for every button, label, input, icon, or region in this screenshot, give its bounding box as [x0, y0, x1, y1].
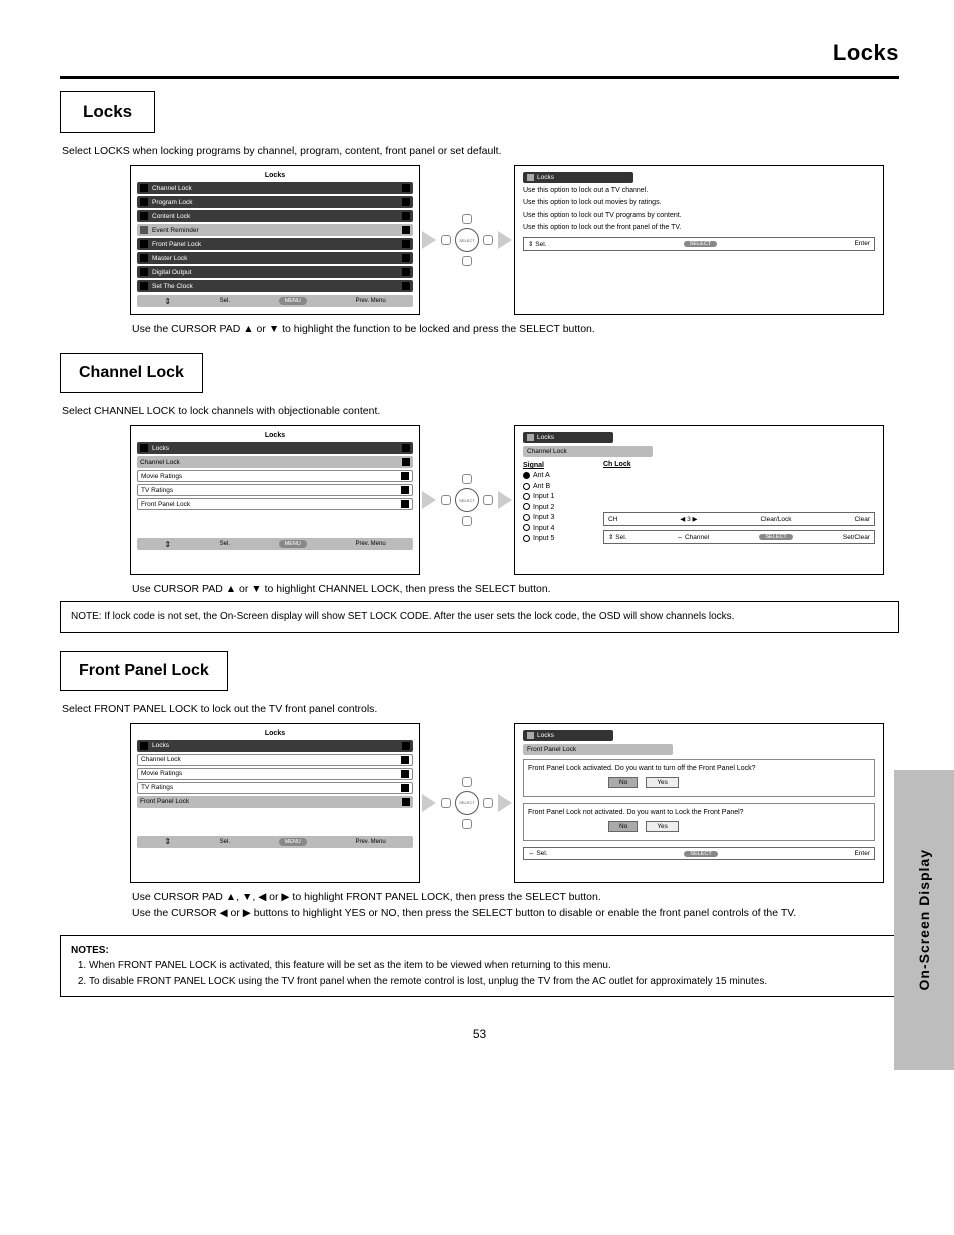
- menu-item[interactable]: Movie Ratings: [137, 768, 413, 780]
- menu-hdr: Locks: [137, 740, 413, 752]
- menu-hdr: Locks: [137, 442, 413, 454]
- fpl-instruction-2: Use the CURSOR ◀ or ▶ buttons to highlig…: [132, 907, 899, 919]
- menu-footer: ⇕ Sel. MENU Prev. Menu: [137, 295, 413, 307]
- yes-button[interactable]: Yes: [646, 821, 679, 832]
- fpl-instruction-1: Use CURSOR PAD ▲, ▼, ◀ or ▶ to highlight…: [132, 891, 899, 903]
- page-number: 53: [60, 1027, 899, 1041]
- lock-option-desc: Use this option to lock out the front pa…: [523, 223, 875, 232]
- no-button[interactable]: No: [608, 821, 638, 832]
- remote-select-icon: SELECT: [442, 475, 492, 525]
- page-title: Locks: [60, 40, 899, 66]
- menu-item[interactable]: TV Ratings: [137, 484, 413, 496]
- fpl-question: Front Panel Lock activated. Do you want …: [528, 764, 870, 773]
- signal-list: Signal Ant A Ant B Input 1 Input 2 Input…: [523, 461, 593, 545]
- remote-select-icon: SELECT: [442, 778, 492, 828]
- channel-lock-note: NOTE: If lock code is not set, the On-Sc…: [60, 601, 899, 633]
- remote-select-icon: SELECT: [442, 215, 492, 265]
- lock-option-desc: Use this option to lock out movies by ra…: [523, 198, 875, 207]
- channel-lock-instruction: Use CURSOR PAD ▲ or ▼ to highlight CHANN…: [132, 583, 899, 595]
- fpl-notes: NOTES: When FRONT PANEL LOCK is activate…: [60, 935, 899, 998]
- detail-footer: ⇕ Sel. ⇔ Channel SELECT Set/Clear: [603, 530, 875, 544]
- front-panel-lock-intro: Select FRONT PANEL LOCK to lock out the …: [62, 703, 899, 715]
- menu-item[interactable]: Master Lock: [137, 252, 413, 264]
- channel-lock-tab: Channel Lock: [60, 353, 203, 393]
- locks-intro: Select LOCKS when locking programs by ch…: [62, 145, 899, 157]
- menu-item-highlighted[interactable]: Front Panel Lock: [137, 796, 413, 808]
- menu-item[interactable]: Program Lock: [137, 196, 413, 208]
- menu-title: Locks: [137, 432, 413, 439]
- lock-option-desc: Use this option to lock out a TV channel…: [523, 186, 875, 195]
- updown-icon: ⇕: [164, 540, 171, 549]
- channel-lock-intro: Select CHANNEL LOCK to lock channels wit…: [62, 405, 899, 417]
- updown-icon: ⇕: [164, 297, 171, 306]
- fpl-question: Front Panel Lock not activated. Do you w…: [528, 808, 870, 817]
- front-panel-menu-screen: Locks Locks Channel Lock Movie Ratings T…: [130, 723, 420, 883]
- menu-item-highlighted[interactable]: Event Reminder: [137, 224, 413, 236]
- no-button[interactable]: No: [608, 777, 638, 788]
- header-rule: [60, 76, 899, 79]
- menu-footer: ⇕ Sel. MENU Prev. Menu: [137, 836, 413, 848]
- menu-item[interactable]: Movie Ratings: [137, 470, 413, 482]
- menu-title: Locks: [137, 730, 413, 737]
- fpl-note-item: To disable FRONT PANEL LOCK using the TV…: [89, 975, 888, 989]
- locks-instruction: Use the CURSOR PAD ▲ or ▼ to highlight t…: [132, 323, 899, 335]
- side-tab: On-Screen Display: [894, 770, 954, 1070]
- menu-item[interactable]: Channel Lock: [137, 182, 413, 194]
- updown-icon: ⇕: [164, 837, 171, 846]
- detail-footer: ⇔ Sel. SELECT Enter: [523, 847, 875, 860]
- menu-item[interactable]: Digital Output: [137, 266, 413, 278]
- locks-detail-screen: Locks Use this option to lock out a TV c…: [514, 165, 884, 315]
- menu-item-highlighted[interactable]: Channel Lock: [137, 456, 413, 468]
- menu-item[interactable]: TV Ratings: [137, 782, 413, 794]
- ch-row[interactable]: CH ◀ 3 ▶ Clear/Lock Clear: [603, 512, 875, 526]
- menu-item[interactable]: Content Lock: [137, 210, 413, 222]
- channel-lock-menu-screen: Locks Locks Channel Lock Movie Ratings T…: [130, 425, 420, 575]
- menu-item[interactable]: Channel Lock: [137, 754, 413, 766]
- locks-tab: Locks: [60, 91, 155, 133]
- channel-lock-detail-screen: Locks Channel Lock Signal Ant A Ant B In…: [514, 425, 884, 575]
- locks-menu-screen: Locks Channel Lock Program Lock Content …: [130, 165, 420, 315]
- lock-option-desc: Use this option to lock out TV programs …: [523, 211, 875, 220]
- detail-footer: ⇕ Sel. SELECT Enter: [523, 237, 875, 251]
- menu-item[interactable]: Front Panel Lock: [137, 238, 413, 250]
- menu-footer: ⇕ Sel. MENU Prev. Menu: [137, 538, 413, 550]
- fpl-note-item: When FRONT PANEL LOCK is activated, this…: [89, 959, 888, 973]
- front-panel-detail-screen: Locks Front Panel Lock Front Panel Lock …: [514, 723, 884, 883]
- menu-item[interactable]: Set The Clock: [137, 280, 413, 292]
- menu-title: Locks: [137, 172, 413, 179]
- yes-button[interactable]: Yes: [646, 777, 679, 788]
- front-panel-lock-tab: Front Panel Lock: [60, 651, 228, 691]
- menu-item[interactable]: Front Panel Lock: [137, 498, 413, 510]
